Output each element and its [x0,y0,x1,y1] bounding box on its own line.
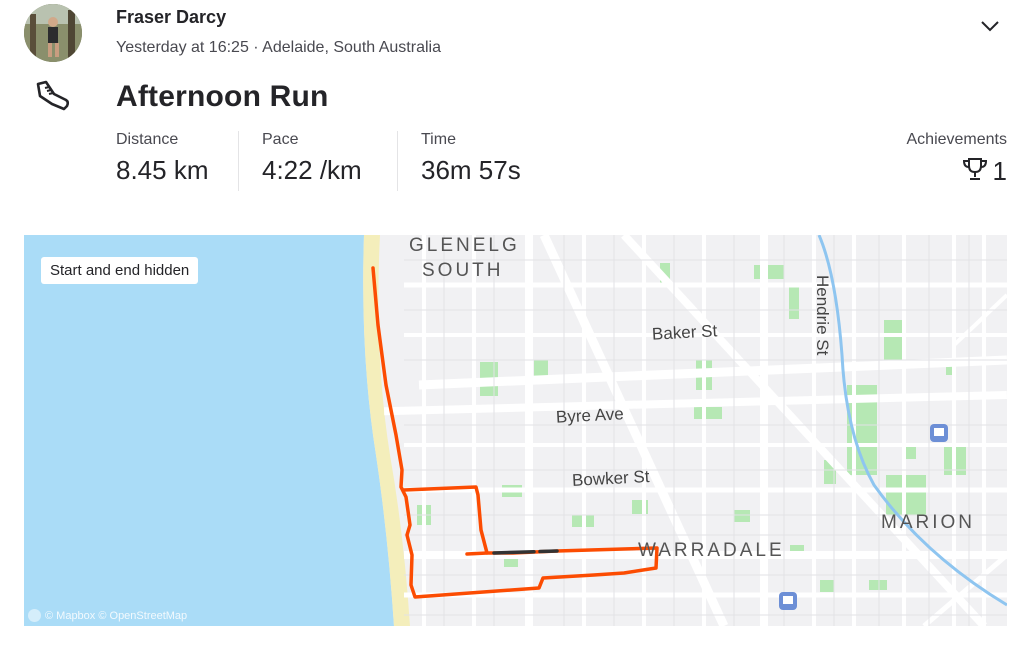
map-canvas [24,235,1007,626]
map-attribution[interactable]: © Mapbox © OpenStreetMap [28,609,187,622]
route-map[interactable]: GLENELG SOUTH Baker St Byre Ave Bowker S… [24,235,1007,626]
map-label-south: SOUTH [422,260,504,281]
athlete-avatar[interactable] [24,4,82,62]
achievements-label: Achievements [906,131,1008,148]
map-label-hendrie-st: Hendrie St [813,275,832,356]
stat-value: 36m 57s [421,155,521,185]
hidden-route-segment [492,549,559,555]
map-label-glenelg: GLENELG [409,235,520,256]
mapbox-logo-icon[interactable] [28,609,41,622]
trophy-icon [961,155,989,188]
map-label-marion: MARION [881,512,975,533]
activity-title[interactable]: Afternoon Run [116,80,329,114]
athlete-name[interactable]: Fraser Darcy [116,7,226,28]
stat-label: Distance [116,131,179,148]
map-water [24,235,394,626]
train-station-icon [930,424,948,442]
stat-label: Time [421,131,456,148]
stat-divider [238,131,239,191]
attribution-text: © Mapbox © OpenStreetMap [45,609,188,622]
activity-meta: Yesterday at 16:25 · Adelaide, South Aus… [116,39,441,56]
achievements[interactable]: Achievements 1 [907,131,1008,188]
stat-value: 4:22 /km [262,155,362,185]
stat-label: Pace [262,131,299,148]
map-label-warradale: WARRADALE [638,540,785,561]
train-station-icon [779,592,797,610]
achievements-count: 1 [992,156,1007,186]
stat-time: Time 36m 57s [421,131,521,186]
running-shoe-icon [32,78,72,114]
route-line-end [465,551,489,556]
map-label-byre-ave: Byre Ave [555,404,625,427]
chevron-down-icon[interactable] [978,16,1002,36]
stat-value: 8.45 km [116,155,209,185]
stat-pace: Pace 4:22 /km [262,131,362,186]
stat-divider [397,131,398,191]
privacy-badge: Start and end hidden [41,257,199,284]
map-label-bowker-st: Bowker St [571,466,650,491]
map-label-baker-st: Baker St [651,321,718,344]
stat-distance: Distance 8.45 km [116,131,209,186]
